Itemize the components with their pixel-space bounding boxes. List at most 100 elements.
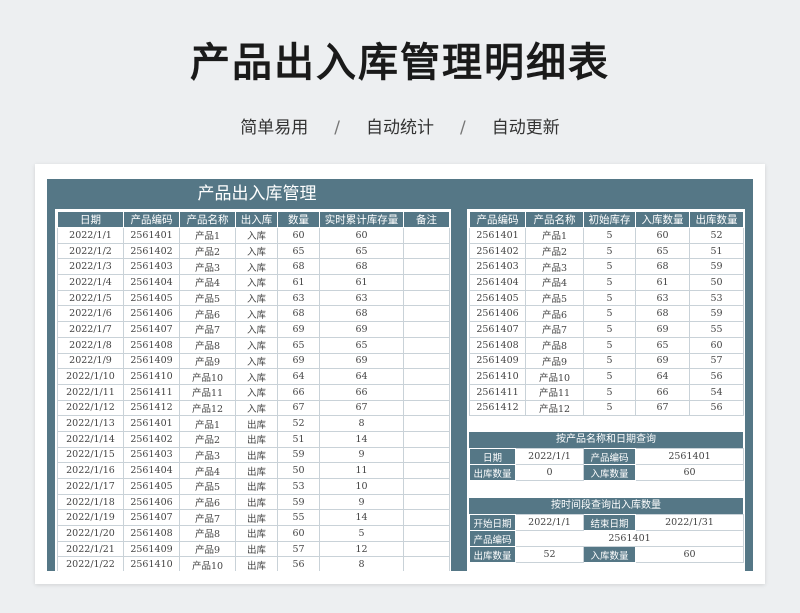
cell-name[interactable]: 产品4 <box>179 462 236 479</box>
cell-qty[interactable]: 60 <box>277 525 320 542</box>
cell-code[interactable]: 2561407 <box>123 321 180 338</box>
cell-code[interactable]: 2561407 <box>123 509 180 527</box>
cell-date[interactable]: 2022/1/9 <box>57 352 124 370</box>
cell-qty[interactable]: 69 <box>277 352 320 370</box>
cell-name[interactable]: 产品12 <box>525 399 584 417</box>
cell-type[interactable]: 出库 <box>235 509 278 527</box>
cell-code[interactable]: 2561405 <box>123 289 180 307</box>
cell-code[interactable]: 2561405 <box>469 289 526 307</box>
cell-in[interactable]: 69 <box>635 321 690 338</box>
cell-note[interactable] <box>403 289 450 307</box>
cell-type[interactable]: 入库 <box>235 368 278 385</box>
cell-code[interactable]: 2561410 <box>123 368 180 385</box>
cell-qty[interactable]: 63 <box>277 289 320 307</box>
cell-note[interactable] <box>403 478 450 495</box>
cell-code[interactable]: 2561404 <box>469 274 526 291</box>
cell-code[interactable]: 2561404 <box>123 462 180 479</box>
cell-qty[interactable]: 53 <box>277 478 320 495</box>
cell-note[interactable] <box>403 352 450 370</box>
cell-note[interactable] <box>403 462 450 479</box>
cell-out[interactable]: 53 <box>689 289 744 307</box>
cell-name[interactable]: 产品6 <box>179 305 236 323</box>
cell-stock[interactable]: 60 <box>319 227 404 244</box>
cell-date[interactable]: 2022/1/21 <box>57 540 124 558</box>
cell-note[interactable] <box>403 383 450 401</box>
cell-note[interactable] <box>403 540 450 558</box>
query-code-value[interactable]: 2561401 <box>635 448 744 465</box>
cell-initial[interactable]: 5 <box>583 289 636 307</box>
cell-name[interactable]: 产品2 <box>179 242 236 260</box>
cell-code[interactable]: 2561401 <box>123 415 180 432</box>
cell-stock[interactable]: 12 <box>319 540 404 558</box>
cell-out[interactable]: 52 <box>689 227 744 244</box>
cell-type[interactable]: 入库 <box>235 399 278 417</box>
cell-note[interactable] <box>403 509 450 527</box>
cell-initial[interactable]: 5 <box>583 336 636 354</box>
cell-in[interactable]: 66 <box>635 383 690 401</box>
cell-note[interactable] <box>403 556 450 571</box>
cell-date[interactable]: 2022/1/11 <box>57 383 124 401</box>
cell-code[interactable]: 2561402 <box>469 242 526 260</box>
cell-initial[interactable]: 5 <box>583 399 636 417</box>
cell-qty[interactable]: 56 <box>277 556 320 571</box>
cell-note[interactable] <box>403 399 450 417</box>
cell-stock[interactable]: 68 <box>319 305 404 323</box>
cell-stock[interactable]: 61 <box>319 274 404 291</box>
cell-note[interactable] <box>403 258 450 276</box>
cell-code[interactable]: 2561403 <box>123 258 180 276</box>
cell-note[interactable] <box>403 430 450 448</box>
cell-out[interactable]: 59 <box>689 258 744 276</box>
cell-name[interactable]: 产品9 <box>179 352 236 370</box>
cell-date[interactable]: 2022/1/2 <box>57 242 124 260</box>
cell-code[interactable]: 2561410 <box>123 556 180 571</box>
cell-stock[interactable]: 66 <box>319 383 404 401</box>
period-start-value[interactable]: 2022/1/1 <box>515 514 584 531</box>
cell-qty[interactable]: 50 <box>277 462 320 479</box>
cell-code[interactable]: 2561403 <box>123 446 180 464</box>
cell-code[interactable]: 2561408 <box>469 336 526 354</box>
cell-name[interactable]: 产品5 <box>179 289 236 307</box>
cell-qty[interactable]: 65 <box>277 242 320 260</box>
cell-type[interactable]: 出库 <box>235 430 278 448</box>
cell-type[interactable]: 入库 <box>235 227 278 244</box>
cell-date[interactable]: 2022/1/13 <box>57 415 124 432</box>
cell-type[interactable]: 入库 <box>235 336 278 354</box>
cell-stock[interactable]: 69 <box>319 321 404 338</box>
cell-code[interactable]: 2561411 <box>123 383 180 401</box>
period-end-value[interactable]: 2022/1/31 <box>635 514 744 531</box>
cell-in[interactable]: 68 <box>635 258 690 276</box>
cell-in[interactable]: 63 <box>635 289 690 307</box>
cell-name[interactable]: 产品2 <box>525 242 584 260</box>
cell-code[interactable]: 2561406 <box>123 305 180 323</box>
cell-name[interactable]: 产品6 <box>525 305 584 323</box>
cell-name[interactable]: 产品7 <box>179 509 236 527</box>
cell-type[interactable]: 入库 <box>235 383 278 401</box>
cell-stock[interactable]: 9 <box>319 446 404 464</box>
cell-note[interactable] <box>403 336 450 354</box>
cell-qty[interactable]: 67 <box>277 399 320 417</box>
cell-in[interactable]: 67 <box>635 399 690 417</box>
cell-type[interactable]: 入库 <box>235 242 278 260</box>
cell-qty[interactable]: 64 <box>277 368 320 385</box>
cell-code[interactable]: 2561409 <box>469 352 526 370</box>
cell-type[interactable]: 出库 <box>235 540 278 558</box>
cell-note[interactable] <box>403 525 450 542</box>
cell-code[interactable]: 2561401 <box>123 227 180 244</box>
cell-qty[interactable]: 55 <box>277 509 320 527</box>
cell-name[interactable]: 产品11 <box>525 383 584 401</box>
cell-type[interactable]: 入库 <box>235 305 278 323</box>
cell-initial[interactable]: 5 <box>583 227 636 244</box>
cell-date[interactable]: 2022/1/22 <box>57 556 124 571</box>
cell-stock[interactable]: 67 <box>319 399 404 417</box>
cell-in[interactable]: 61 <box>635 274 690 291</box>
cell-name[interactable]: 产品8 <box>525 336 584 354</box>
cell-date[interactable]: 2022/1/10 <box>57 368 124 385</box>
cell-code[interactable]: 2561410 <box>469 368 526 385</box>
cell-initial[interactable]: 5 <box>583 258 636 276</box>
cell-date[interactable]: 2022/1/16 <box>57 462 124 479</box>
cell-stock[interactable]: 5 <box>319 525 404 542</box>
cell-code[interactable]: 2561406 <box>123 493 180 511</box>
cell-qty[interactable]: 68 <box>277 305 320 323</box>
cell-name[interactable]: 产品4 <box>179 274 236 291</box>
cell-note[interactable] <box>403 227 450 244</box>
